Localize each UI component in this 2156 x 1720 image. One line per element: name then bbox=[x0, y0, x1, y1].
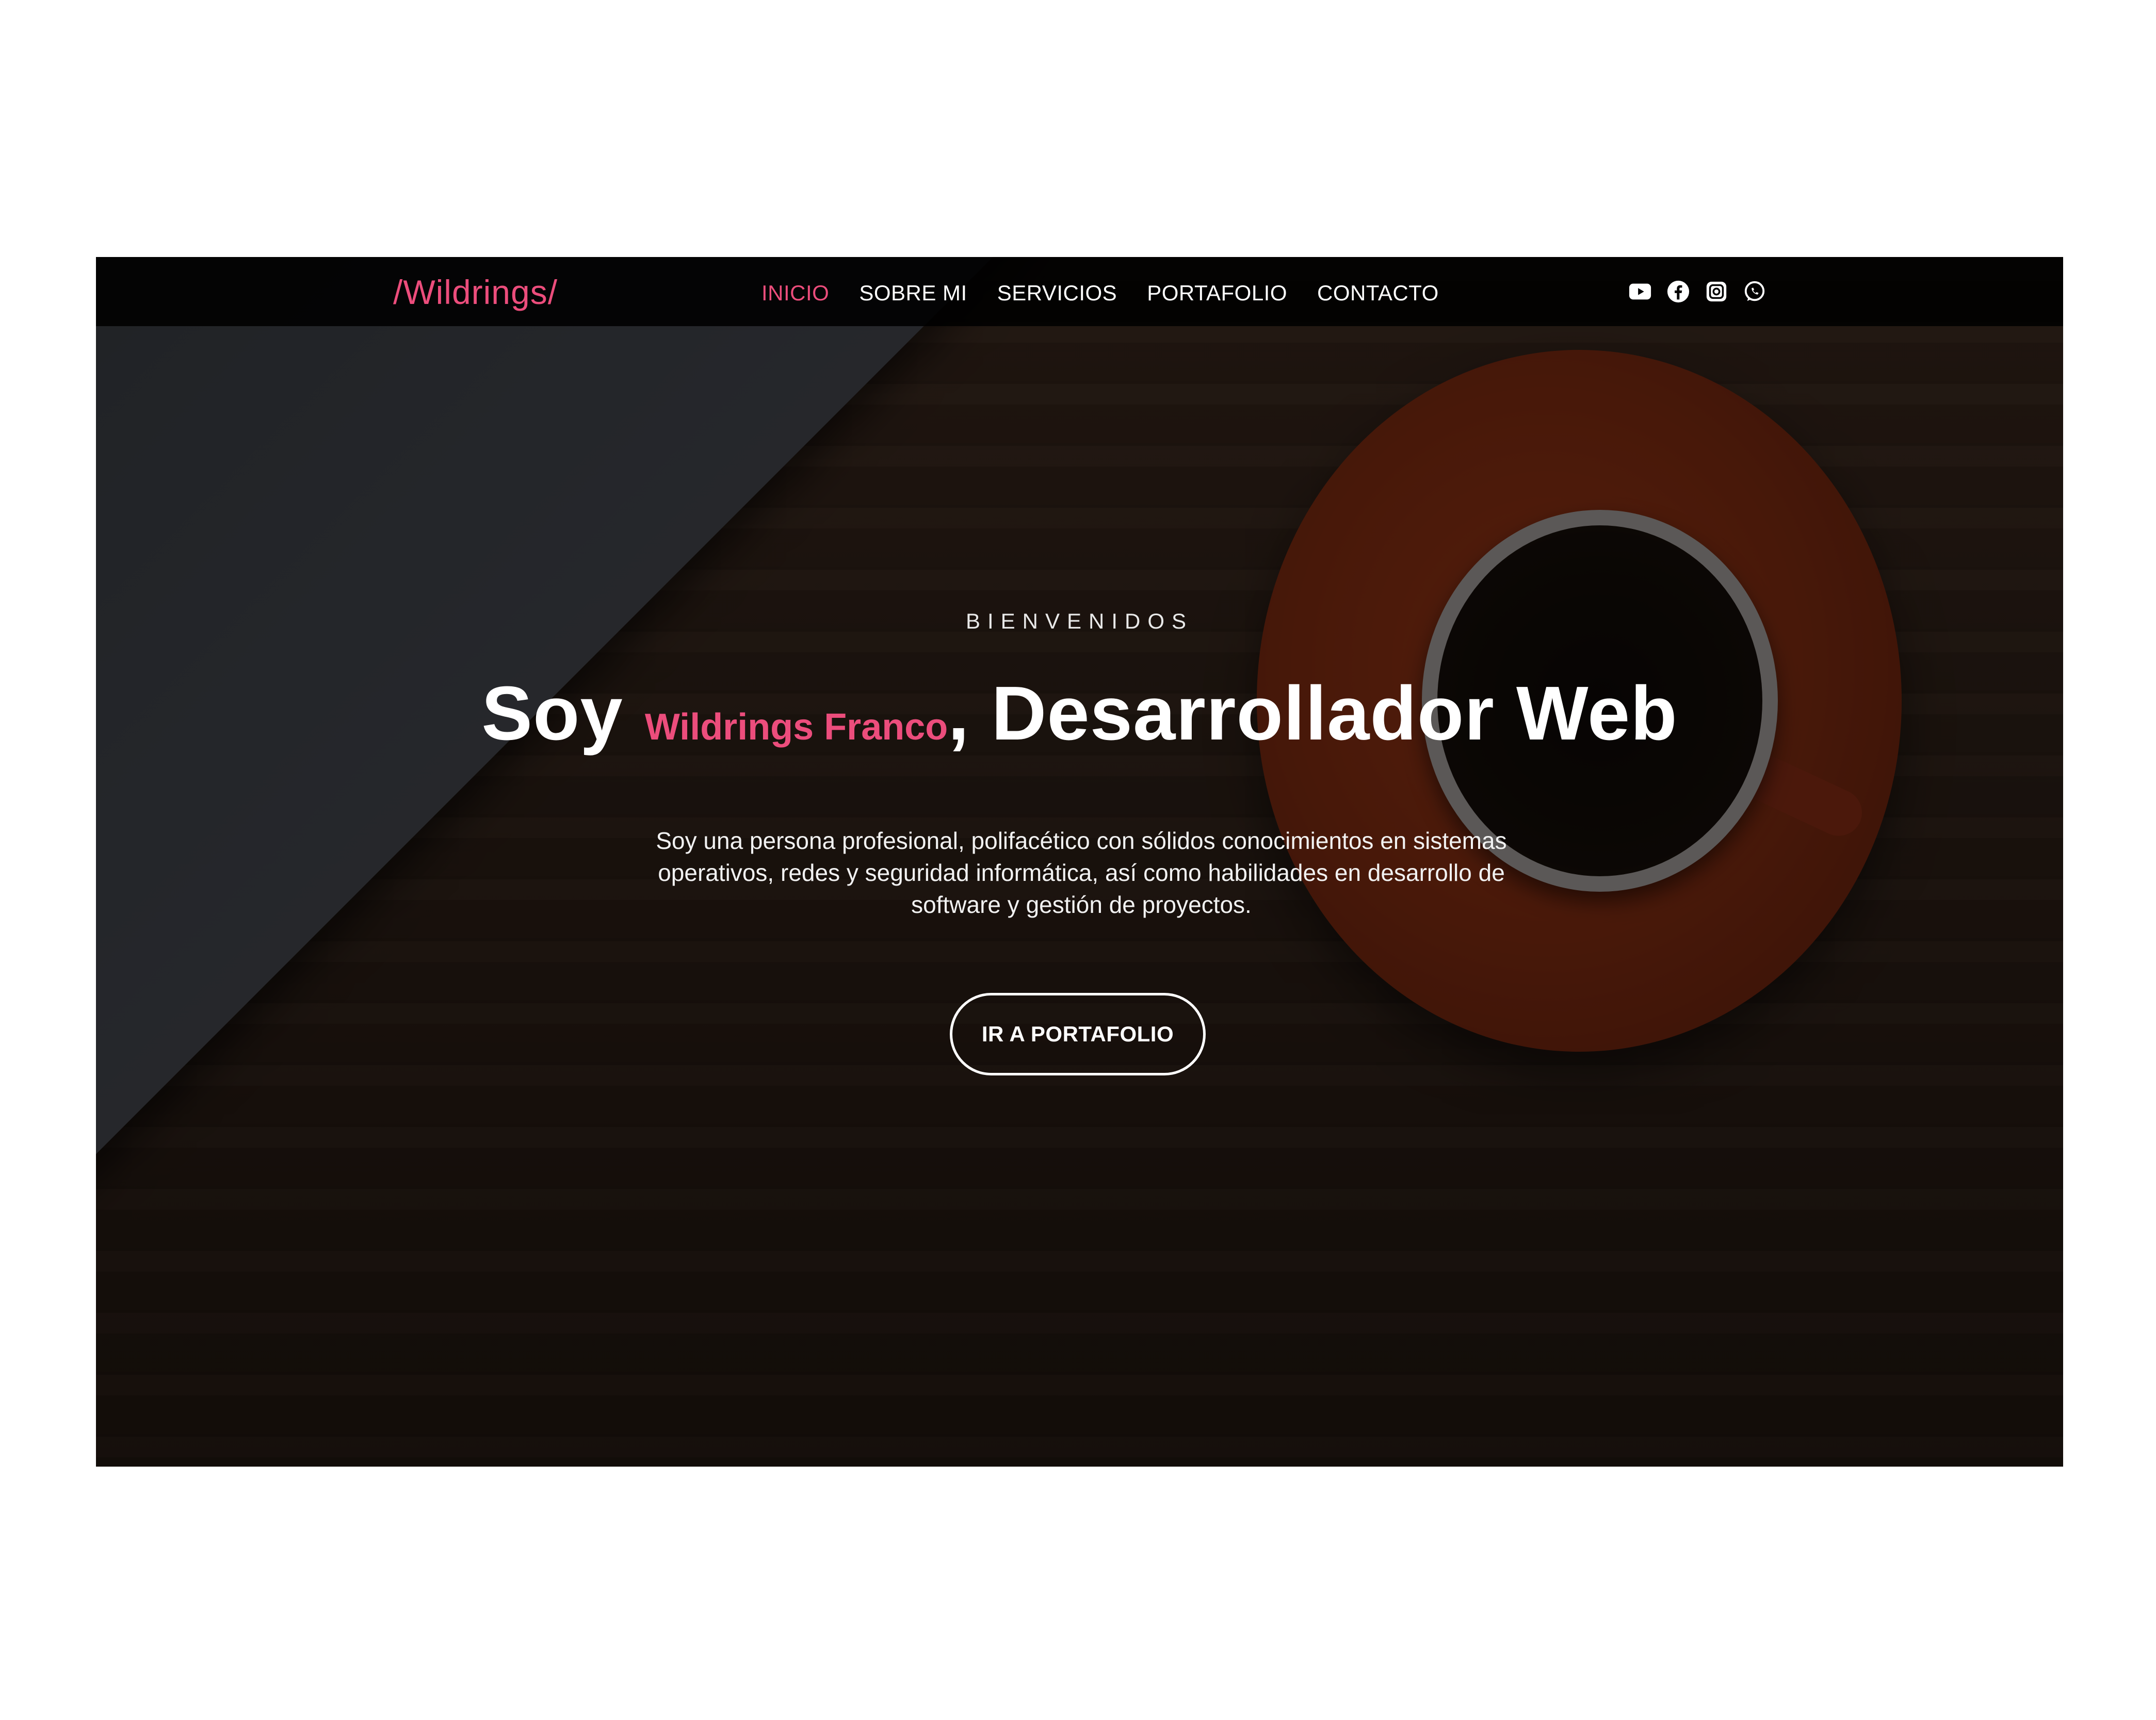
brand-logo[interactable]: /Wildrings/ bbox=[393, 272, 558, 312]
whatsapp-icon[interactable] bbox=[1743, 280, 1766, 303]
nav-link-inicio[interactable]: INICIO bbox=[761, 281, 829, 306]
headline-prefix: Soy bbox=[481, 671, 645, 756]
nav-link-portafolio[interactable]: PORTAFOLIO bbox=[1147, 281, 1287, 306]
nav-link-sobre-mi[interactable]: SOBRE MI bbox=[859, 281, 967, 306]
nav-link-contacto[interactable]: CONTACTO bbox=[1317, 281, 1439, 306]
nav-links: INICIO SOBRE MI SERVICIOS PORTAFOLIO CON… bbox=[761, 281, 1439, 306]
hero-eyebrow: BIENVENIDOS bbox=[965, 609, 1194, 633]
youtube-icon[interactable] bbox=[1628, 280, 1652, 303]
instagram-icon[interactable] bbox=[1705, 280, 1728, 303]
headline-name: Wildrings Franco bbox=[644, 706, 948, 748]
facebook-icon[interactable] bbox=[1666, 280, 1690, 303]
nav-link-servicios[interactable]: SERVICIOS bbox=[997, 281, 1117, 306]
portfolio-button[interactable]: IR A PORTAFOLIO bbox=[950, 993, 1206, 1075]
hero-section: BIENVENIDOS Soy Wildrings Franco, Desarr… bbox=[96, 257, 2063, 1467]
hero-description: Soy una persona profesional, polifacétic… bbox=[656, 827, 1507, 918]
social-links bbox=[1628, 280, 1766, 303]
navbar: /Wildrings/ INICIO SOBRE MI SERVICIOS PO… bbox=[96, 257, 2063, 326]
headline-suffix: , Desarrollador Web bbox=[948, 671, 1678, 756]
hero-headline: Soy Wildrings Franco, Desarrollador Web bbox=[96, 670, 2063, 758]
browser-viewport: BIENVENIDOS Soy Wildrings Franco, Desarr… bbox=[96, 257, 2063, 1467]
